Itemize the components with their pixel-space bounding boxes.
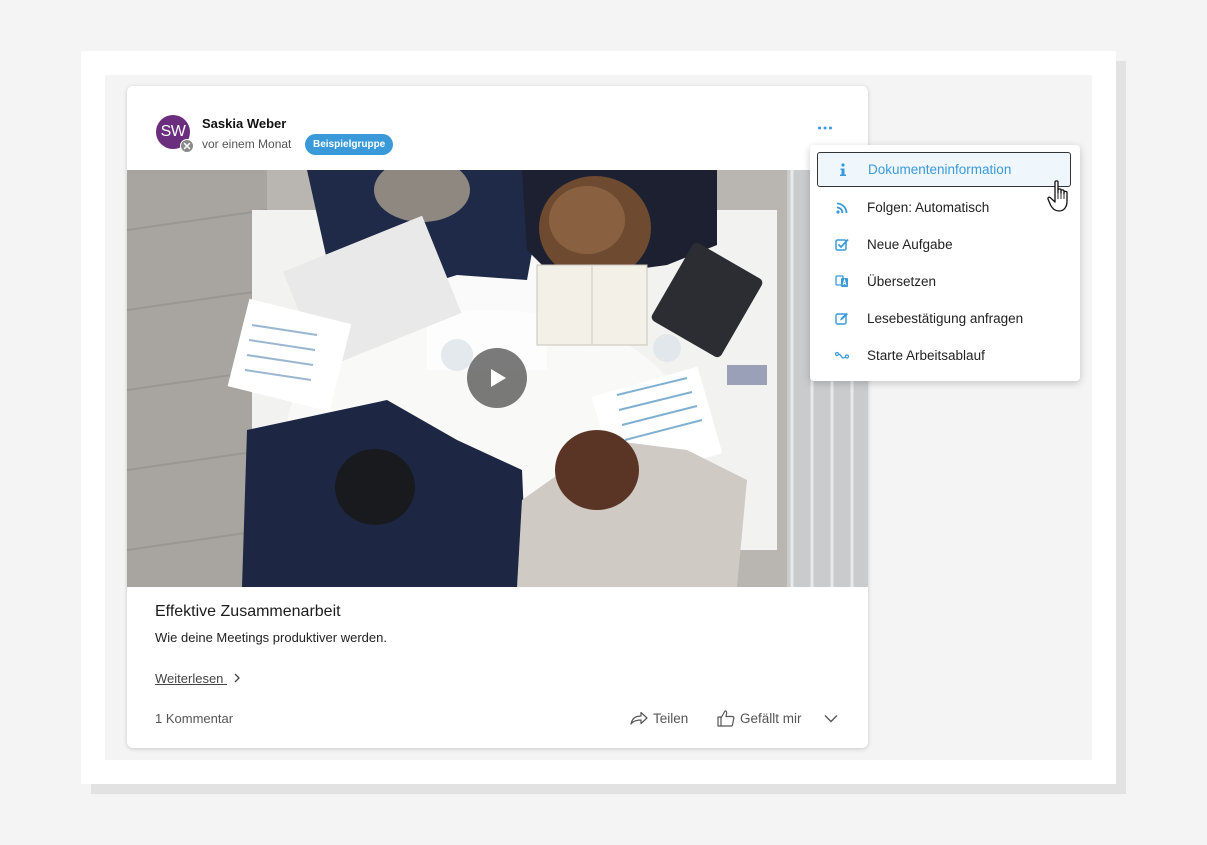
hand-pointer-cursor-icon — [1047, 180, 1068, 212]
menu-item-start-workflow[interactable]: Starte Arbeitsablauf — [817, 338, 1071, 373]
like-button[interactable]: Gefällt mir — [717, 708, 802, 728]
post-title[interactable]: Effektive Zusammenarbeit — [155, 603, 341, 621]
like-label: Gefällt mir — [740, 710, 802, 726]
rss-icon — [836, 202, 848, 214]
options-menu: Dokumenteninformation Folgen: Automatisc… — [810, 145, 1080, 381]
read-more-link[interactable]: Weiterlesen — [155, 671, 242, 686]
menu-item-new-task[interactable]: Neue Aufgabe — [817, 227, 1071, 262]
video-thumbnail[interactable] — [127, 170, 868, 587]
reactions-dropdown-button[interactable] — [824, 708, 838, 728]
workflow-icon — [835, 351, 849, 359]
group-badge[interactable]: Beispielgruppe — [305, 134, 394, 155]
share-label: Teilen — [653, 710, 689, 726]
share-icon — [630, 711, 648, 725]
menu-item-label: Starte Arbeitsablauf — [867, 348, 985, 363]
edit-icon — [835, 312, 848, 325]
post-card: SW Saskia Weber vor einem Monat Beispiel… — [127, 86, 868, 748]
info-icon — [840, 162, 846, 176]
menu-item-label: Lesebestätigung anfragen — [867, 311, 1024, 326]
more-options-button[interactable] — [813, 116, 837, 140]
menu-item-label: Neue Aufgabe — [867, 237, 953, 252]
task-checkbox-icon — [835, 238, 849, 251]
author-name[interactable]: Saskia Weber — [202, 116, 286, 131]
post-time: vor einem Monat — [202, 137, 292, 151]
post-excerpt: Wie deine Meetings produktiver werden. — [155, 630, 387, 645]
play-button[interactable] — [467, 348, 527, 408]
menu-item-document-info[interactable]: Dokumenteninformation — [817, 152, 1071, 187]
play-icon — [491, 369, 506, 387]
menu-item-label: Übersetzen — [867, 274, 937, 289]
status-offline-icon — [180, 139, 194, 153]
menu-item-label: Folgen: Automatisch — [867, 200, 990, 215]
menu-item-label: Dokumenteninformation — [868, 162, 1012, 177]
share-button[interactable]: Teilen — [630, 708, 688, 728]
menu-item-read-receipt[interactable]: Lesebestätigung anfragen — [817, 301, 1071, 336]
ellipsis-icon — [818, 126, 832, 130]
thumbs-up-icon — [717, 709, 735, 727]
chevron-right-icon — [234, 673, 240, 683]
avatar-initials: SW — [160, 123, 186, 140]
menu-item-follow[interactable]: Folgen: Automatisch — [817, 190, 1071, 225]
menu-item-translate[interactable]: Übersetzen — [817, 264, 1071, 299]
chevron-down-icon — [824, 714, 838, 722]
comments-link[interactable]: 1 Kommentar — [155, 711, 233, 726]
translate-icon — [835, 275, 848, 287]
read-more-label: Weiterlesen — [155, 671, 224, 686]
